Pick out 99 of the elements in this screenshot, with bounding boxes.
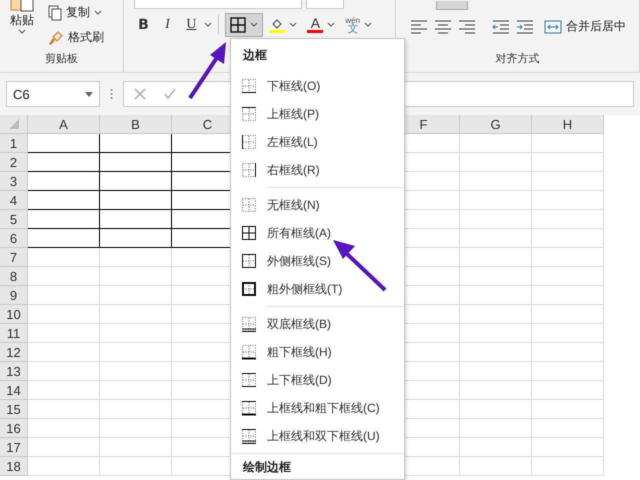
menu-item[interactable]: 粗外侧框线(T) [231,275,404,303]
sheet-cell[interactable] [100,153,172,172]
underline-button[interactable]: U [180,13,202,37]
sheet-cell[interactable] [100,134,172,153]
caret-icon [204,22,212,28]
column-header[interactable]: A [28,115,100,134]
border-style-icon [241,134,257,150]
row-header[interactable]: 3 [0,172,28,191]
caret-icon [327,22,336,28]
font-name-field[interactable] [134,0,302,9]
column-header[interactable]: B [100,115,172,134]
row-header[interactable]: 18 [0,457,28,476]
merge-cells-icon [544,20,562,34]
sheet-cell[interactable] [28,191,100,210]
row-header[interactable]: 17 [0,438,28,457]
border-style-icon [241,316,257,332]
caret-icon [94,10,102,16]
border-style-icon [241,281,257,297]
caret-icon [18,29,26,35]
align-icon[interactable] [434,20,452,34]
caret-icon [250,22,258,28]
menu-item[interactable]: 所有框线(A) [231,219,404,247]
sheet-cell[interactable] [100,210,172,229]
check-icon[interactable] [164,88,176,100]
cancel-icon[interactable] [134,88,146,100]
sheet-cell[interactable] [100,172,172,191]
font-color-button[interactable]: A [303,13,340,37]
sheet-cell[interactable] [100,191,172,210]
sheet-cell[interactable] [28,172,100,191]
menu-item[interactable]: 上框线和粗下框线(C) [231,394,404,422]
merge-center-button[interactable]: 合并后居中 [540,18,630,35]
row-header[interactable]: 8 [0,267,28,286]
more-icon [110,88,113,100]
column-header[interactable]: H [532,115,604,134]
border-style-icon [241,225,257,241]
menu-item[interactable]: 右框线(R) [231,156,404,184]
sheet-cell[interactable] [28,210,100,229]
border-style-icon [241,78,257,94]
menu-section-title: 绘制边框 [242,459,292,476]
ribbon-control[interactable] [436,0,468,10]
row-header[interactable]: 10 [0,305,28,324]
row-header[interactable]: 2 [0,153,28,172]
caret-icon [364,22,372,28]
phonetic-button[interactable]: wén 文 [341,16,376,34]
dropdown-icon [85,92,93,96]
corner-triangle-icon [8,119,18,129]
menu-item[interactable]: 上下框线(D) [231,366,404,394]
paintbrush-icon [48,30,64,46]
copy-icon [48,4,62,20]
sheet-cell[interactable] [100,229,172,248]
menu-item[interactable]: 无框线(N) [231,191,404,219]
row-header[interactable]: 7 [0,248,28,267]
menu-item[interactable]: 下框线(O) [231,72,404,100]
sheet-cell[interactable] [28,229,100,248]
row-header[interactable]: 5 [0,210,28,229]
all-borders-icon [230,17,246,33]
name-box[interactable]: C6 [6,81,100,107]
group-label: 对齐方式 [494,52,541,67]
group-label: 剪贴板 [44,52,80,67]
menu-item[interactable]: 外侧框线(S) [231,247,404,275]
row-header[interactable]: 11 [0,324,28,343]
border-style-icon [241,253,257,269]
border-style-icon [241,197,257,213]
font-size-field[interactable] [306,0,344,9]
format-painter-button[interactable]: 格式刷 [44,27,108,48]
copy-button[interactable]: 复制 [44,2,108,23]
row-header[interactable]: 16 [0,419,28,438]
border-style-icon [241,400,257,416]
row-header[interactable]: 12 [0,343,28,362]
menu-item[interactable]: 上框线和双下框线(U) [231,422,404,450]
indent-icon[interactable] [516,20,534,34]
menu-item[interactable]: 粗下框线(H) [231,338,404,366]
border-style-icon [241,162,257,178]
bold-button[interactable]: B [132,13,154,37]
border-style-icon [241,344,257,360]
indent-icon[interactable] [492,20,510,34]
annotation-arrow [188,42,226,100]
align-icon[interactable] [410,20,428,34]
border-style-icon [241,106,257,122]
align-icon[interactable] [458,20,476,34]
italic-button[interactable]: I [156,13,178,37]
menu-item[interactable]: 双底框线(B) [231,310,404,338]
menu-title: 边框 [242,47,268,64]
row-header[interactable]: 14 [0,381,28,400]
border-style-icon [241,428,257,444]
column-header[interactable]: G [460,115,532,134]
row-header[interactable]: 4 [0,191,28,210]
row-header[interactable]: 9 [0,286,28,305]
borders-button[interactable] [225,13,264,37]
select-all-corner[interactable] [0,115,28,134]
sheet-cell[interactable] [28,153,100,172]
paste-button[interactable]: 粘贴 [0,0,44,51]
border-style-icon [241,372,257,388]
row-header[interactable]: 15 [0,400,28,419]
row-header[interactable]: 1 [0,134,28,153]
caret-icon [289,22,298,28]
sheet-cell[interactable] [28,134,100,153]
row-header[interactable]: 6 [0,229,28,248]
row-header[interactable]: 13 [0,362,28,381]
